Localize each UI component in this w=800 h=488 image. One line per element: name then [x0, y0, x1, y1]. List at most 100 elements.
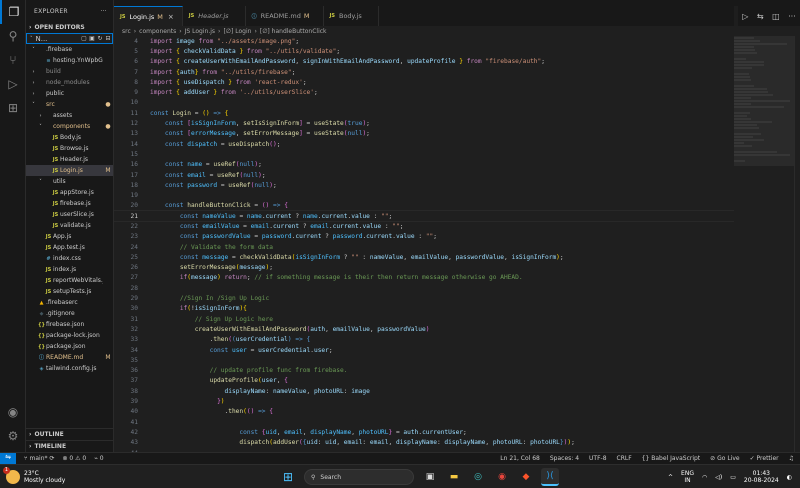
editor-tab[interactable]: JS Body.js	[324, 6, 379, 26]
close-icon[interactable]: ×	[168, 13, 174, 21]
tree-item[interactable]: {} package.json	[26, 341, 113, 352]
editor-tab[interactable]: JS Header.js	[183, 6, 246, 26]
code-line[interactable]: 9 import { addUser } from '../utils/userS…	[114, 87, 734, 97]
problems-indicator[interactable]: ⊗ 0 ⚠ 0	[62, 455, 86, 462]
encoding[interactable]: UTF-8	[589, 455, 607, 462]
tree-item[interactable]: JS Header.js	[26, 154, 113, 165]
taskbar-search[interactable]: ⚲ Search	[304, 469, 414, 485]
notifications-bell-icon[interactable]: ♫	[789, 455, 794, 462]
input-language[interactable]: ENG IN	[681, 470, 694, 484]
tree-item[interactable]: ⓘ README.md M	[26, 352, 113, 363]
code-line[interactable]: 39 })	[114, 396, 734, 406]
source-control-icon[interactable]: ⑂	[0, 48, 26, 72]
code-line[interactable]: 25 const message = checkValidData(isSign…	[114, 252, 734, 262]
tree-item[interactable]: ▲ .firebaserc	[26, 297, 113, 308]
code-line[interactable]: 6 import { createUserWithEmailAndPassword…	[114, 57, 734, 67]
tree-item[interactable]: ◈ tailwind.config.js	[26, 363, 113, 374]
code-line[interactable]: 29 //Sign In /Sign Up Logic	[114, 293, 734, 303]
weather-widget[interactable]: 1 23°C Mostly cloudy	[3, 466, 96, 484]
split-editor-icon[interactable]: ◫	[772, 12, 780, 21]
code-line[interactable]: 30 if(!isSignInForm){	[114, 304, 734, 314]
extensions-icon[interactable]: ⊞	[0, 96, 26, 120]
editor-tab[interactable]: ⓘ README.md M	[246, 6, 324, 26]
new-folder-icon[interactable]: ▣	[88, 35, 96, 42]
breadcrumb-item[interactable]: JS Login.js	[185, 28, 215, 35]
remote-indicator-icon[interactable]: ⇋	[0, 452, 16, 465]
code-line[interactable]: 21 const nameValue = name.current ? name…	[114, 210, 734, 223]
refresh-icon[interactable]: ↻	[96, 35, 104, 42]
code-line[interactable]: 19	[114, 190, 734, 200]
ports-indicator[interactable]: ⌁ 0	[94, 455, 103, 462]
settings-gear-icon[interactable]: ⚙	[0, 424, 26, 448]
tree-item[interactable]: JS Browse.js	[26, 143, 113, 154]
branch-indicator[interactable]: ⑂ main* ⟳	[24, 455, 54, 462]
file-explorer-icon[interactable]: ▬	[445, 468, 463, 486]
collapse-all-icon[interactable]: ⊟	[104, 35, 112, 42]
tray-overflow-caret-icon[interactable]: ^	[668, 474, 673, 481]
code-line[interactable]: 37 updateProfile(user, {	[114, 376, 734, 386]
volume-icon[interactable]: ◁)	[715, 474, 722, 481]
tree-item[interactable]: › public	[26, 88, 113, 99]
account-icon[interactable]: ◉	[0, 400, 26, 424]
open-editors-section[interactable]: › OPEN EDITORS	[26, 22, 113, 33]
search-icon[interactable]: ⚲	[0, 24, 26, 48]
new-file-icon[interactable]: ▢	[80, 35, 88, 42]
code-line[interactable]: 20 const handleButtonClick = () => {	[114, 201, 734, 211]
project-folder-header[interactable]: ˅ N... ▢ ▣ ↻ ⊟	[26, 33, 113, 44]
go-live-button[interactable]: ⊘ Go Live	[710, 455, 739, 462]
tree-item[interactable]: JS setupTests.js	[26, 286, 113, 297]
code-line[interactable]: 38 displayName: nameValue, photoURL: ima…	[114, 386, 734, 396]
task-view-icon[interactable]: ▣	[421, 468, 439, 486]
code-line[interactable]: 43 dispatch(addUser({uid: uid, email: em…	[114, 438, 734, 448]
code-line[interactable]: 14 const dispatch = useDispatch();	[114, 139, 734, 149]
tree-item[interactable]: ˅ utils	[26, 176, 113, 187]
tree-item[interactable]: ˅ .firebase	[26, 44, 113, 55]
tree-item[interactable]: JS reportWebVitals.js	[26, 275, 113, 286]
code-line[interactable]: 24 // Validate the form data	[114, 242, 734, 252]
timeline-section[interactable]: › TIMELINE	[26, 440, 113, 452]
breadcrumb-item[interactable]: components	[139, 28, 176, 35]
code-line[interactable]: 22 const emailValue = email.current ? em…	[114, 221, 734, 231]
tree-item[interactable]: JS App.js	[26, 231, 113, 242]
tree-item[interactable]: JS index.js	[26, 264, 113, 275]
code-line[interactable]: 36 // update profile func from firebase.	[114, 366, 734, 376]
run-debug-icon[interactable]: ▷	[0, 72, 26, 96]
tree-item[interactable]: › assets	[26, 110, 113, 121]
code-line[interactable]: 5 import { checkValidData } from "../util…	[114, 46, 734, 56]
vertical-scrollbar[interactable]	[794, 36, 800, 452]
tree-item[interactable]: ˅ src ●	[26, 99, 113, 110]
breadcrumb-item[interactable]: [∅] handleButtonClick	[260, 28, 327, 35]
editor-tab[interactable]: JS Login.js M ×	[114, 6, 183, 26]
explorer-icon[interactable]: ❐	[0, 0, 26, 24]
code-line[interactable]: 34 const user = userCredential.user;	[114, 345, 734, 355]
tree-item[interactable]: {} firebase.json	[26, 319, 113, 330]
edge-browser-icon[interactable]: ◎	[469, 468, 487, 486]
code-line[interactable]: 4 import image from "../assets/image.png"…	[114, 36, 734, 46]
code-line[interactable]: 17 const email = useRef(null);	[114, 170, 734, 180]
code-line[interactable]: 35	[114, 355, 734, 365]
tree-item[interactable]: JS appStore.js	[26, 187, 113, 198]
code-line[interactable]: 32 createUserWithEmailAndPassword(auth, …	[114, 324, 734, 334]
tree-item[interactable]: ◆ .gitignore	[26, 308, 113, 319]
windows-start-icon[interactable]: ⊞	[279, 468, 297, 486]
compare-icon[interactable]: ⇆	[757, 12, 764, 21]
code-line[interactable]: 13 const [errorMessage, setErrorMessage]…	[114, 129, 734, 139]
code-line[interactable]: 8 import { useDispatch } from 'react-redu…	[114, 77, 734, 87]
tree-item[interactable]: › build	[26, 66, 113, 77]
code-line[interactable]: 23 const passwordValue = password.curren…	[114, 232, 734, 242]
brave-browser-icon[interactable]: ◆	[517, 468, 535, 486]
code-line[interactable]: 12 const [isSignInForm, setIsSignInForm]…	[114, 118, 734, 128]
tree-item[interactable]: ˅ components ●	[26, 121, 113, 132]
notifications-icon[interactable]: ◐	[787, 474, 792, 481]
code-line[interactable]: 42 const {uid, email, displayName, photo…	[114, 427, 734, 437]
clock[interactable]: 01:43 20-08-2024	[744, 470, 779, 484]
cursor-position[interactable]: Ln 21, Col 68	[500, 455, 540, 462]
code-line[interactable]: 26 setErrorMessage(message);	[114, 263, 734, 273]
breadcrumb-item[interactable]: src	[122, 28, 131, 35]
tree-item[interactable]: # index.css	[26, 253, 113, 264]
tree-item[interactable]: ≡hosting.YnWpbGQ.ca...	[26, 55, 113, 66]
tree-item[interactable]: JS validate.js	[26, 220, 113, 231]
breadcrumb-item[interactable]: [∅] Login	[223, 28, 251, 35]
tree-item[interactable]: JS App.test.js	[26, 242, 113, 253]
prettier-status[interactable]: ✓ Prettier	[750, 455, 779, 462]
